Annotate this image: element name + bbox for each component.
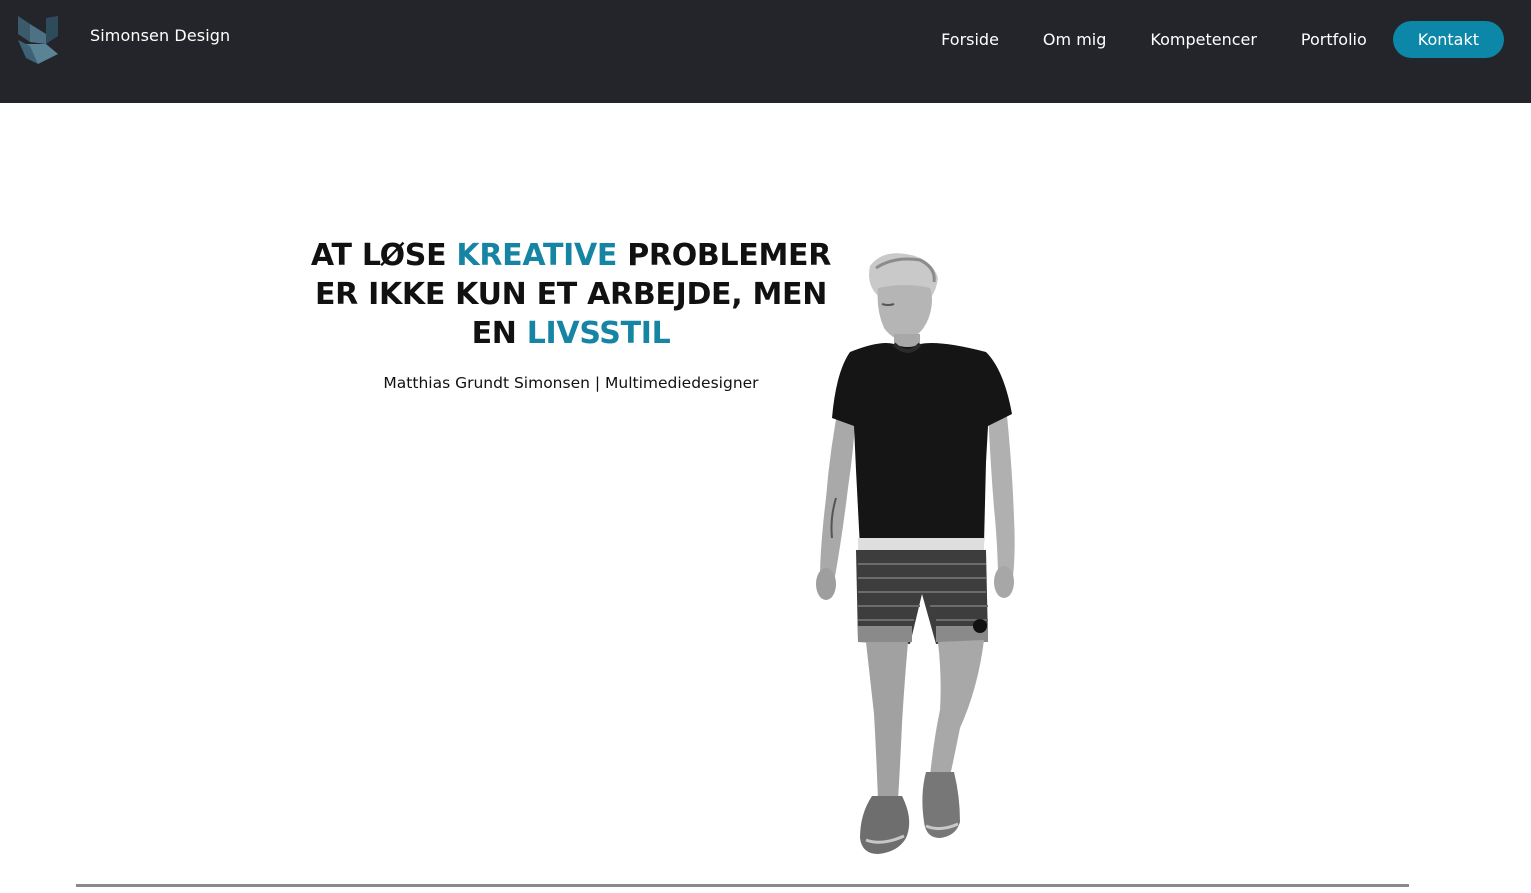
headline-line-3: EN LIVSSTIL bbox=[472, 316, 671, 351]
section-divider bbox=[76, 884, 1409, 887]
headline-text: AT LØSE bbox=[310, 238, 457, 273]
hero-text: AT LØSE KREATIVE PROBLEMER ER IKKE KUN E… bbox=[290, 236, 852, 393]
nav-forside[interactable]: Forside bbox=[941, 21, 999, 58]
headline-accent-kreative: KREATIVE bbox=[456, 238, 618, 273]
headline-accent-livsstil: LIVSSTIL bbox=[526, 316, 671, 351]
hero-subtitle: Matthias Grundt Simonsen | Multimediedes… bbox=[383, 374, 759, 392]
navbar: Simonsen Design Forside Om mig Kompetenc… bbox=[0, 0, 1531, 103]
brand-name[interactable]: Simonsen Design bbox=[90, 26, 230, 46]
logo-icon[interactable] bbox=[16, 14, 62, 66]
nav-kompetencer[interactable]: Kompetencer bbox=[1150, 21, 1257, 58]
nav-om-mig[interactable]: Om mig bbox=[1043, 21, 1106, 58]
main-nav: Forside Om mig Kompetencer Portfolio Kon… bbox=[941, 21, 1504, 58]
headline-line-1: AT LØSE KREATIVE PROBLEMER bbox=[311, 238, 831, 273]
hero-headline: AT LØSE KREATIVE PROBLEMER ER IKKE KUN E… bbox=[290, 236, 852, 353]
nav-portfolio[interactable]: Portfolio bbox=[1301, 21, 1367, 58]
portrait-photo bbox=[816, 253, 1015, 854]
headline-line-2: ER IKKE KUN ET ARBEJDE, MEN bbox=[314, 277, 828, 312]
headline-text: EN bbox=[471, 316, 527, 351]
kontakt-button[interactable]: Kontakt bbox=[1392, 21, 1504, 58]
